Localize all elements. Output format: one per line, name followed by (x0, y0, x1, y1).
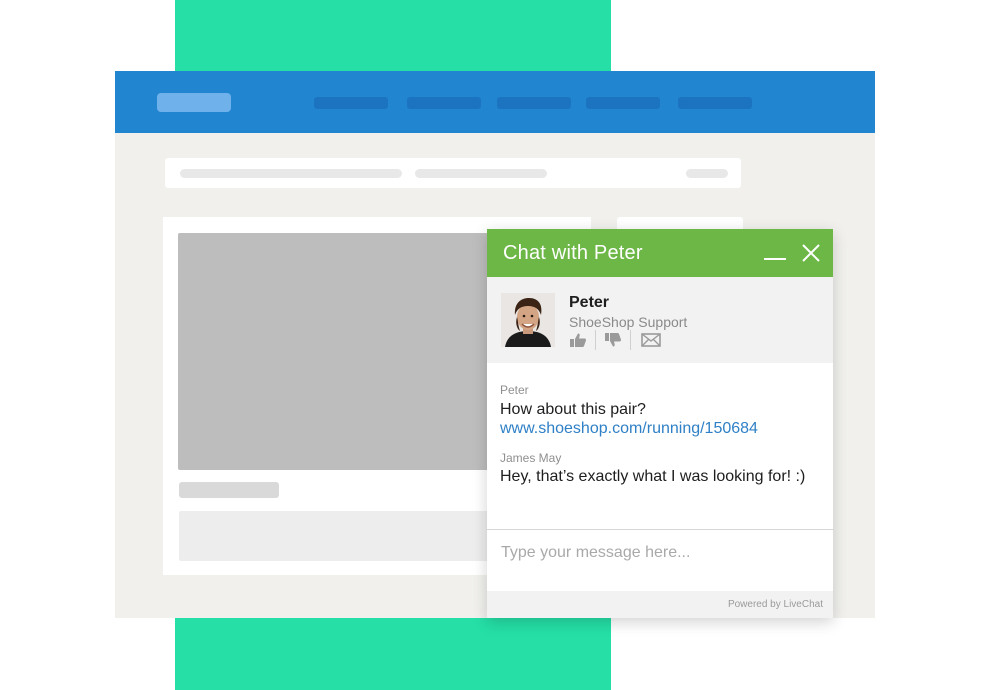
nav-item-placeholder (678, 97, 752, 109)
product-link[interactable]: www.shoeshop.com/running/150684 (500, 420, 758, 438)
divider (630, 330, 631, 350)
agent-name: Peter (569, 294, 610, 311)
chat-footer: Powered by LiveChat (487, 591, 833, 618)
chat-header: Chat with Peter (487, 229, 833, 277)
image-placeholder (178, 233, 498, 470)
chat-widget: Chat with Peter Peter ShoeShop Support P… (487, 229, 833, 618)
logo-placeholder (157, 93, 231, 112)
text-line-placeholder (415, 169, 547, 178)
divider (595, 330, 596, 350)
nav-item-placeholder (497, 97, 571, 109)
message-text: Hey, that’s exactly what I was looking f… (500, 468, 806, 485)
powered-by-label[interactable]: Powered by LiveChat (728, 599, 823, 610)
text-line-placeholder (180, 169, 402, 178)
close-icon[interactable] (801, 243, 821, 263)
site-header (115, 71, 875, 133)
nav-item-placeholder (314, 97, 388, 109)
message-author: James May (500, 451, 562, 465)
content-bar-placeholder (165, 158, 741, 188)
thumbs-down-icon[interactable] (604, 332, 622, 348)
thumbs-up-icon[interactable] (569, 332, 587, 348)
caption-placeholder (179, 482, 279, 498)
agent-photo-icon (501, 293, 555, 347)
message-composer (487, 529, 833, 591)
minimize-icon[interactable] (763, 243, 787, 263)
envelope-icon[interactable] (641, 333, 661, 347)
agent-info: Peter ShoeShop Support (487, 277, 833, 363)
nav-item-placeholder (407, 97, 481, 109)
message-input[interactable] (499, 540, 823, 566)
nav-item-placeholder (586, 97, 660, 109)
text-line-placeholder (686, 169, 728, 178)
avatar (501, 293, 555, 347)
chat-title: Chat with Peter (503, 242, 643, 264)
message-author: Peter (500, 383, 529, 397)
message-text: How about this pair? (500, 401, 646, 418)
agent-team: ShoeShop Support (569, 314, 688, 330)
